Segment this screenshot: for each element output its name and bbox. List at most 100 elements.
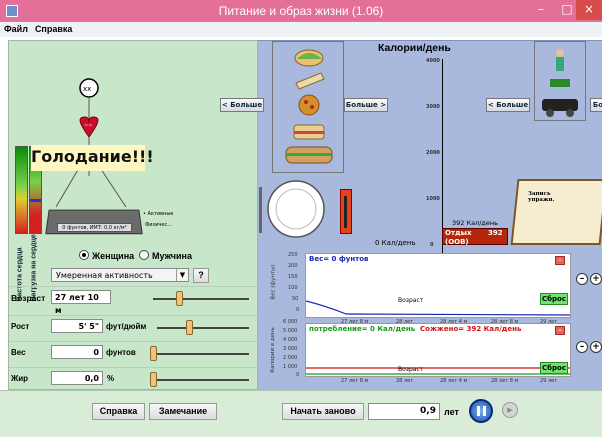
tick-4000: 4000: [426, 58, 440, 64]
weight-field[interactable]: 0: [51, 345, 103, 359]
activity-select[interactable]: Умеренная активность: [51, 268, 189, 282]
calorie-ytick: 3 000: [283, 346, 298, 352]
tick-3000: 3000: [426, 104, 440, 110]
age-label: Возраст: [11, 293, 46, 303]
scale-fitness-option: Физичес...: [145, 222, 173, 228]
title-bar: Питание и образ жизни (1.06) – □ ×: [0, 0, 602, 22]
help-button[interactable]: Справка: [92, 403, 145, 420]
control-bar: Справка Замечание Начать заново 0,9 лет …: [0, 390, 602, 437]
lawnmower-icon: [550, 79, 570, 87]
height-unit: фут/дюйм: [106, 322, 147, 331]
weight-label: Вес: [11, 348, 26, 357]
calorie-xlabel: Возраст: [398, 366, 424, 373]
restart-button[interactable]: Начать заново: [282, 403, 364, 420]
pizza-icon: [298, 94, 320, 116]
person-panel: Частота сердца Нагрузка на сердце xx ~~ …: [8, 40, 259, 390]
exercise-book: [510, 179, 602, 245]
exercise-more-left-button[interactable]: < Больше: [486, 98, 530, 112]
person-figure: xx ~~: [55, 78, 127, 208]
svg-text:xx: xx: [83, 85, 91, 93]
time-field[interactable]: 0,9: [368, 403, 440, 420]
food-more-right-button[interactable]: Больше >: [344, 98, 388, 112]
age-slider-track[interactable]: [153, 298, 249, 300]
rest-label: Отдых: [445, 229, 472, 237]
weight-line: [306, 300, 570, 316]
knife-spoon-icon: [344, 196, 347, 228]
height-slider-thumb[interactable]: [186, 320, 193, 335]
step-button[interactable]: ▶: [502, 402, 518, 418]
burn-readout: 392 Кал/день: [452, 219, 498, 227]
calorie-ytick: 6 000: [283, 319, 298, 325]
fat-field[interactable]: 0,0: [51, 371, 103, 385]
scale-active-option: • Активные: [143, 211, 174, 217]
calorie-xtick: 28 лет 4 м: [440, 378, 468, 384]
exercise-more-right-button[interactable]: Бо: [590, 98, 602, 112]
golfer-icon: [556, 49, 564, 57]
plate: [259, 180, 325, 238]
menu-help[interactable]: Справка: [31, 22, 75, 34]
height-field[interactable]: 5' 5": [51, 319, 103, 333]
weight-ytick: 50: [292, 296, 299, 302]
weight-slider-thumb[interactable]: [150, 346, 157, 361]
weight-graph-close[interactable]: –: [555, 256, 565, 265]
calorie-ytick: 4 000: [283, 337, 298, 343]
pause-icon: [477, 406, 480, 416]
rest-value: 392: [488, 229, 503, 237]
remark-button[interactable]: Замечание: [149, 403, 217, 420]
zoom-out-icon[interactable]: –: [576, 273, 588, 285]
zoom-out-icon[interactable]: –: [576, 341, 588, 353]
weight-slider-track[interactable]: [153, 353, 249, 355]
calorie-ytick: 2 000: [283, 355, 298, 361]
age-row: Возраст 27 лет 10 м: [9, 286, 259, 315]
fat-unit: %: [107, 374, 115, 383]
svg-text:~~: ~~: [84, 123, 92, 129]
activity-value: Умеренная активность: [56, 271, 153, 280]
fat-slider-track[interactable]: [153, 379, 249, 381]
weight-ylabel: Вес (фунты): [270, 264, 277, 300]
zoom-in-icon[interactable]: +: [590, 273, 602, 285]
tick-0: 0: [430, 242, 434, 248]
gender-male-radio[interactable]: [139, 250, 149, 260]
pause-button[interactable]: [469, 399, 493, 423]
age-field[interactable]: 27 лет 10 м: [51, 290, 111, 315]
fat-slider-thumb[interactable]: [150, 372, 157, 387]
exercise-items: [542, 49, 578, 117]
gender-male-label: Мужчина: [152, 251, 192, 261]
food-more-left-button[interactable]: < Больше: [220, 98, 264, 112]
weight-xlabel: Возраст: [398, 297, 424, 304]
weight-row: Вес 0 фунтов: [9, 341, 259, 363]
burrito-icon: [295, 72, 325, 90]
calorie-xtick: 29 лет: [540, 378, 558, 384]
calories-title: Калории/день: [378, 42, 451, 54]
weight-ytick: 100: [288, 285, 298, 291]
intake-readout: 0 Кал/день: [375, 239, 416, 247]
calorie-lines: [306, 367, 570, 375]
calorie-graph-close[interactable]: –: [555, 326, 565, 335]
time-unit: лет: [444, 407, 459, 417]
minimize-button[interactable]: –: [528, 0, 554, 20]
gender-female-radio[interactable]: [79, 250, 89, 260]
calorie-xtick: 27 лет 8 м: [341, 378, 369, 384]
calorie-axis: [442, 59, 443, 254]
weight-ytick: 250: [288, 252, 298, 258]
window-title: Питание и образ жизни (1.06): [218, 4, 384, 18]
calorie-reset-button[interactable]: Сброс: [540, 362, 568, 374]
weight-ytick: 150: [288, 274, 298, 280]
weight-zoom-controls[interactable]: – +: [576, 263, 602, 299]
chevron-down-icon[interactable]: ▼: [176, 269, 188, 281]
bmr-label: (ООВ): [445, 238, 469, 246]
menu-file[interactable]: Файл: [0, 22, 31, 34]
close-button[interactable]: ×: [576, 0, 602, 20]
activity-help-button[interactable]: ?: [193, 268, 209, 283]
diet-exercise-panel: < Больше Больше > Калории/день 4000 3000…: [220, 40, 602, 390]
heart-load-pointer: [30, 199, 41, 202]
fork-icon: [259, 187, 262, 233]
height-slider-track[interactable]: [157, 327, 249, 329]
calorie-ytick: 1 000: [283, 364, 298, 370]
calorie-zoom-controls[interactable]: – +: [576, 331, 602, 367]
tick-1000: 1000: [426, 196, 440, 202]
weight-reset-button[interactable]: Сброс: [540, 293, 568, 305]
age-slider-thumb[interactable]: [176, 291, 183, 306]
weight-ytick: 0: [296, 307, 300, 313]
zoom-in-icon[interactable]: +: [590, 341, 602, 353]
